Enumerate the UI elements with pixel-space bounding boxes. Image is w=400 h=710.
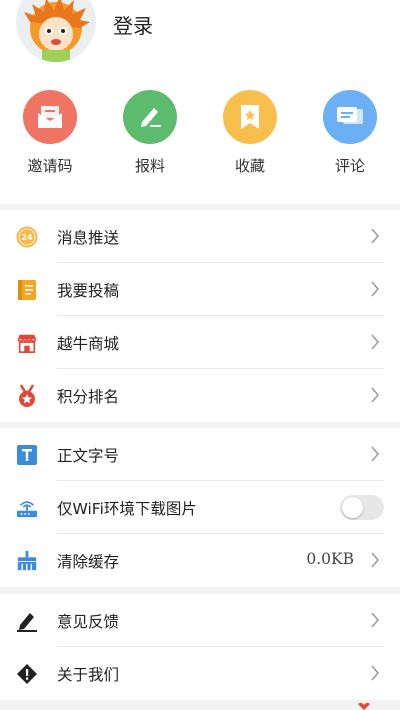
broom-icon bbox=[16, 550, 38, 572]
wifi-router-icon bbox=[16, 497, 38, 519]
menu-label: 我要投稿 bbox=[57, 282, 120, 300]
toggle-knob bbox=[342, 497, 363, 518]
favorites-label: 收藏 bbox=[234, 157, 265, 175]
chevron-right-icon bbox=[371, 228, 379, 244]
menu-item-push-notifications[interactable]: 24 消息推送 bbox=[0, 210, 400, 263]
report-label: 报料 bbox=[134, 157, 165, 175]
favorites-button[interactable]: 收藏 bbox=[215, 90, 285, 176]
menu-item-store[interactable]: 越牛商城 bbox=[0, 316, 400, 369]
login-label[interactable]: 登录 bbox=[113, 10, 153, 39]
avatar[interactable] bbox=[16, 0, 96, 62]
chevron-right-icon bbox=[371, 281, 379, 297]
menu-label: 正文字号 bbox=[57, 447, 120, 465]
edit-icon bbox=[16, 610, 38, 632]
envelope-icon bbox=[23, 90, 77, 144]
menu-label: 消息推送 bbox=[57, 229, 120, 247]
chevron-right-icon bbox=[371, 387, 379, 403]
text-size-icon bbox=[16, 444, 38, 466]
medal-icon bbox=[16, 384, 38, 407]
heart-icon bbox=[358, 702, 370, 710]
menu-item-clear-cache[interactable]: 清除缓存 0.0KB bbox=[0, 534, 400, 587]
menu-item-about-us[interactable]: 关于我们 bbox=[0, 647, 400, 700]
chevron-right-icon bbox=[371, 665, 379, 681]
chevron-right-icon bbox=[371, 334, 379, 350]
menu-group-3: 意见反馈 关于我们 bbox=[0, 594, 400, 700]
warning-icon bbox=[16, 663, 38, 685]
menu-group-2: 正文字号 仅WiFi环境下载图片 清除缓存 0.0KB bbox=[0, 428, 400, 587]
wifi-only-toggle[interactable] bbox=[340, 495, 384, 520]
menu-label: 积分排名 bbox=[57, 388, 120, 406]
comment-icon bbox=[323, 90, 377, 144]
menu-label: 仅WiFi环境下载图片 bbox=[57, 500, 197, 518]
menu-item-submit-article[interactable]: 我要投稿 bbox=[0, 263, 400, 316]
menu-label: 清除缓存 bbox=[57, 553, 120, 571]
comments-label: 评论 bbox=[334, 157, 365, 175]
menu-item-points-ranking[interactable]: 积分排名 bbox=[0, 369, 400, 422]
chevron-right-icon bbox=[371, 612, 379, 628]
bookmark-icon bbox=[223, 90, 277, 144]
menu-label: 意见反馈 bbox=[57, 613, 120, 631]
notification-24-icon: 24 bbox=[16, 226, 38, 248]
profile-header: 登录 bbox=[0, 0, 400, 82]
menu-item-feedback[interactable]: 意见反馈 bbox=[0, 594, 400, 647]
invite-code-label: 邀请码 bbox=[27, 157, 73, 175]
invite-code-button[interactable]: 邀请码 bbox=[15, 90, 85, 176]
menu-label: 越牛商城 bbox=[57, 335, 120, 353]
quick-actions: 邀请码 报料 收藏 评论 bbox=[0, 82, 400, 204]
store-icon bbox=[16, 332, 38, 354]
menu-group-1: 24 消息推送 我要投稿 越牛商城 积分排名 bbox=[0, 210, 400, 422]
badge-24: 24 bbox=[21, 232, 33, 242]
document-icon bbox=[16, 279, 38, 301]
cache-size-value: 0.0KB bbox=[306, 550, 354, 568]
chevron-right-icon bbox=[371, 552, 379, 568]
chevron-right-icon bbox=[371, 446, 379, 462]
comments-button[interactable]: 评论 bbox=[315, 90, 385, 176]
pencil-icon bbox=[123, 90, 177, 144]
menu-item-font-size[interactable]: 正文字号 bbox=[0, 428, 400, 481]
report-button[interactable]: 报料 bbox=[115, 90, 185, 176]
menu-item-wifi-only-images[interactable]: 仅WiFi环境下载图片 bbox=[0, 481, 400, 534]
menu-label: 关于我们 bbox=[57, 666, 120, 684]
